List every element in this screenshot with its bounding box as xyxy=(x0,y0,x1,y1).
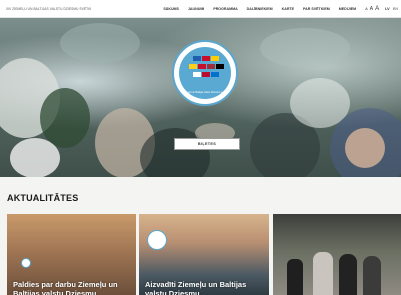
font-size-small-button[interactable]: A xyxy=(365,6,368,11)
logo-caption: Ziemeļu un Baltijas valstu Dziesmu svētk… xyxy=(183,91,227,94)
news-card[interactable]: Paldies par darbu Ziemeļu un Baltijas va… xyxy=(7,214,136,295)
person-silhouette-icon xyxy=(313,252,333,295)
main-nav: SĀKUMS JAUNUMI PROGRAMMA DALĪBNIEKIEM KA… xyxy=(154,6,398,12)
news-card-title[interactable]: Paldies par darbu Ziemeļu un Baltijas va… xyxy=(13,280,133,295)
nav-item-news[interactable]: JAUNUMI xyxy=(188,7,204,11)
person-silhouette-icon xyxy=(339,254,357,295)
font-size-medium-button[interactable]: A xyxy=(370,6,373,12)
festival-badge-icon xyxy=(21,258,31,268)
news-card[interactable]: Aizvadīti Ziemeļu un Baltijas valstu Dzi… xyxy=(139,214,269,295)
language-lv[interactable]: LV xyxy=(385,7,390,11)
nav-item-media[interactable]: MEDIJIEM xyxy=(339,7,356,11)
top-navigation-bar: XIII ZIEMEĻU UN BALTIJAS VALSTU DZIESMU … xyxy=(0,0,401,18)
site-title[interactable]: XIII ZIEMEĻU UN BALTIJAS VALSTU DZIESMU … xyxy=(6,7,91,11)
news-card[interactable] xyxy=(273,214,401,295)
hero-banner: Ziemeļu un Baltijas valstu Dziesmu svētk… xyxy=(0,18,401,177)
festival-logo-icon xyxy=(147,230,167,250)
festival-logo: Ziemeļu un Baltijas valstu Dziesmu svētk… xyxy=(172,40,238,106)
nav-item-program[interactable]: PROGRAMMA xyxy=(213,7,237,11)
nav-item-about[interactable]: PAR SVĒTKIEM xyxy=(303,7,330,11)
news-card-title[interactable]: Aizvadīti Ziemeļu un Baltijas valstu Dzi… xyxy=(145,280,265,295)
nav-item-home[interactable]: SĀKUMS xyxy=(163,7,179,11)
news-section-heading: AKTUALITĀTES xyxy=(7,193,79,203)
person-silhouette-icon xyxy=(287,259,303,295)
nav-item-map[interactable]: KARTE xyxy=(282,7,294,11)
person-silhouette-icon xyxy=(363,256,381,295)
nav-item-participants[interactable]: DALĪBNIEKIEM xyxy=(247,7,273,11)
language-en[interactable]: EN xyxy=(393,7,398,11)
tickets-button[interactable]: BIĻETES xyxy=(174,138,240,150)
font-size-large-button[interactable]: A xyxy=(375,6,379,12)
